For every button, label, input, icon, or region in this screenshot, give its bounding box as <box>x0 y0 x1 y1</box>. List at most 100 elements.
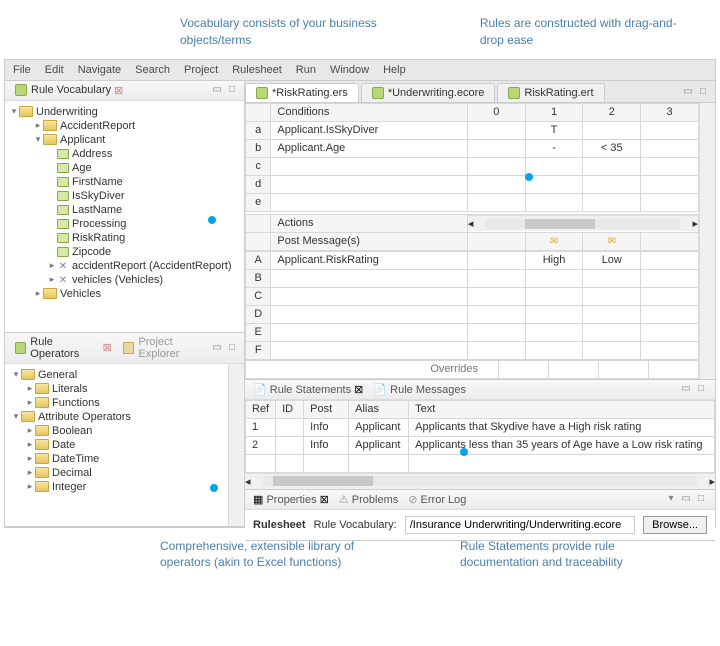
action-cell[interactable] <box>271 341 467 359</box>
tree-item[interactable]: ▸Vehicles <box>7 287 242 301</box>
rule-cell[interactable] <box>641 139 699 157</box>
rule-cell[interactable]: - <box>525 139 583 157</box>
action-cell[interactable]: Applicant.RiskRating <box>271 251 467 269</box>
rule-cell[interactable] <box>641 323 699 341</box>
menu-help[interactable]: Help <box>383 64 406 76</box>
stmt-post[interactable]: Info <box>304 436 349 454</box>
tab-problems[interactable]: ⚠ Problems <box>339 493 398 506</box>
view-menu-icon[interactable]: ▾ <box>665 493 677 505</box>
tree-item[interactable]: IsSkyDiver <box>7 189 242 203</box>
scrollbar[interactable] <box>228 364 244 526</box>
rule-cell[interactable] <box>525 305 583 323</box>
minimize-icon[interactable]: ▭ <box>211 84 223 96</box>
col-3[interactable]: 3 <box>641 103 699 121</box>
tab-rule-statements[interactable]: 📄 Rule Statements ⊠ <box>253 383 363 396</box>
browse-button[interactable]: Browse... <box>643 516 707 534</box>
tree-root[interactable]: ▾ Underwriting <box>7 105 242 119</box>
maximize-icon[interactable]: □ <box>226 84 238 96</box>
rule-cell[interactable] <box>467 341 525 359</box>
rule-cell[interactable] <box>467 121 525 139</box>
tree-item[interactable]: ▸Integer <box>7 480 226 494</box>
maximize-icon[interactable]: □ <box>695 493 707 505</box>
stmt-post[interactable]: Info <box>304 418 349 436</box>
minimize-icon[interactable]: ▭ <box>211 342 223 354</box>
tree-item[interactable]: FirstName <box>7 175 242 189</box>
tree-item[interactable]: ▾Attribute Operators <box>7 410 226 424</box>
tab-properties[interactable]: ▦ Properties ⊠ <box>253 493 329 506</box>
rule-cell[interactable] <box>641 269 699 287</box>
tree-item[interactable]: RiskRating <box>7 231 242 245</box>
stmt-id[interactable] <box>276 436 304 454</box>
rule-cell[interactable] <box>641 121 699 139</box>
rule-cell[interactable] <box>525 287 583 305</box>
tree-item[interactable]: ▸Functions <box>7 396 226 410</box>
rule-cell[interactable] <box>583 157 641 175</box>
action-cell[interactable] <box>271 323 467 341</box>
project-explorer-title[interactable]: Project Explorer <box>138 336 211 360</box>
menu-navigate[interactable]: Navigate <box>78 64 121 76</box>
stmt-ref[interactable]: 1 <box>246 418 276 436</box>
rule-cell[interactable] <box>467 157 525 175</box>
hscroll[interactable]: ◂▸ <box>468 215 698 231</box>
stmt-id[interactable] <box>276 418 304 436</box>
rule-cell[interactable] <box>641 287 699 305</box>
tree-item[interactable]: ▸✕accidentReport (AccidentReport) <box>7 259 242 273</box>
menu-edit[interactable]: Edit <box>45 64 64 76</box>
rule-cell[interactable] <box>641 251 699 269</box>
rule-cell[interactable] <box>583 341 641 359</box>
rule-cell[interactable] <box>467 251 525 269</box>
minimize-icon[interactable]: ▭ <box>680 383 692 395</box>
condition-cell[interactable] <box>271 193 467 211</box>
rule-cell[interactable] <box>583 269 641 287</box>
tab-rule-messages[interactable]: 📄 Rule Messages <box>373 383 466 396</box>
action-cell[interactable] <box>271 269 467 287</box>
tree-item[interactable]: ▸Literals <box>7 382 226 396</box>
tree-item[interactable]: ▸Decimal <box>7 466 226 480</box>
menu-search[interactable]: Search <box>135 64 170 76</box>
rule-cell[interactable] <box>583 193 641 211</box>
tree-item[interactable]: ▸Date <box>7 438 226 452</box>
rule-cell[interactable] <box>641 157 699 175</box>
tree-item[interactable]: Age <box>7 161 242 175</box>
rule-cell[interactable] <box>641 193 699 211</box>
menu-rulesheet[interactable]: Rulesheet <box>232 64 282 76</box>
tree-item[interactable]: ▸DateTime <box>7 452 226 466</box>
rule-cell[interactable] <box>467 139 525 157</box>
rule-cell[interactable] <box>583 287 641 305</box>
maximize-icon[interactable]: □ <box>226 342 238 354</box>
rule-cell[interactable] <box>583 121 641 139</box>
maximize-icon[interactable]: □ <box>695 383 707 395</box>
rule-cell[interactable] <box>467 193 525 211</box>
rule-cell[interactable] <box>467 323 525 341</box>
col-0[interactable]: 0 <box>467 103 525 121</box>
maximize-icon[interactable]: □ <box>697 86 709 98</box>
rule-cell[interactable] <box>641 175 699 193</box>
rule-cell[interactable] <box>525 269 583 287</box>
rule-cell[interactable] <box>583 175 641 193</box>
tab-riskrating-ers[interactable]: *RiskRating.ers <box>245 83 359 102</box>
col-1[interactable]: 1 <box>525 103 583 121</box>
rule-cell[interactable] <box>525 193 583 211</box>
condition-cell[interactable]: Applicant.Age <box>271 139 467 157</box>
vocab-path-input[interactable] <box>405 516 635 534</box>
rule-cell[interactable] <box>525 341 583 359</box>
rule-cell[interactable] <box>467 287 525 305</box>
rule-cell[interactable] <box>525 323 583 341</box>
tab-underwriting-ecore[interactable]: *Underwriting.ecore <box>361 83 496 102</box>
tree-item[interactable]: ▸✕vehicles (Vehicles) <box>7 273 242 287</box>
tree-item[interactable]: Zipcode <box>7 245 242 259</box>
rule-cell[interactable] <box>525 157 583 175</box>
menu-run[interactable]: Run <box>296 64 316 76</box>
menu-file[interactable]: File <box>13 64 31 76</box>
rule-cell[interactable] <box>641 305 699 323</box>
tree-item[interactable]: ▾General <box>7 368 226 382</box>
stmt-alias[interactable]: Applicant <box>349 436 409 454</box>
stmt-text[interactable]: Applicants that Skydive have a High risk… <box>409 418 715 436</box>
tree-item[interactable]: Address <box>7 147 242 161</box>
tree-item[interactable]: ▾Applicant <box>7 133 242 147</box>
tree-item[interactable]: ▸Boolean <box>7 424 226 438</box>
menu-project[interactable]: Project <box>184 64 218 76</box>
rule-cell[interactable] <box>525 175 583 193</box>
condition-cell[interactable] <box>271 175 467 193</box>
action-cell[interactable] <box>271 305 467 323</box>
